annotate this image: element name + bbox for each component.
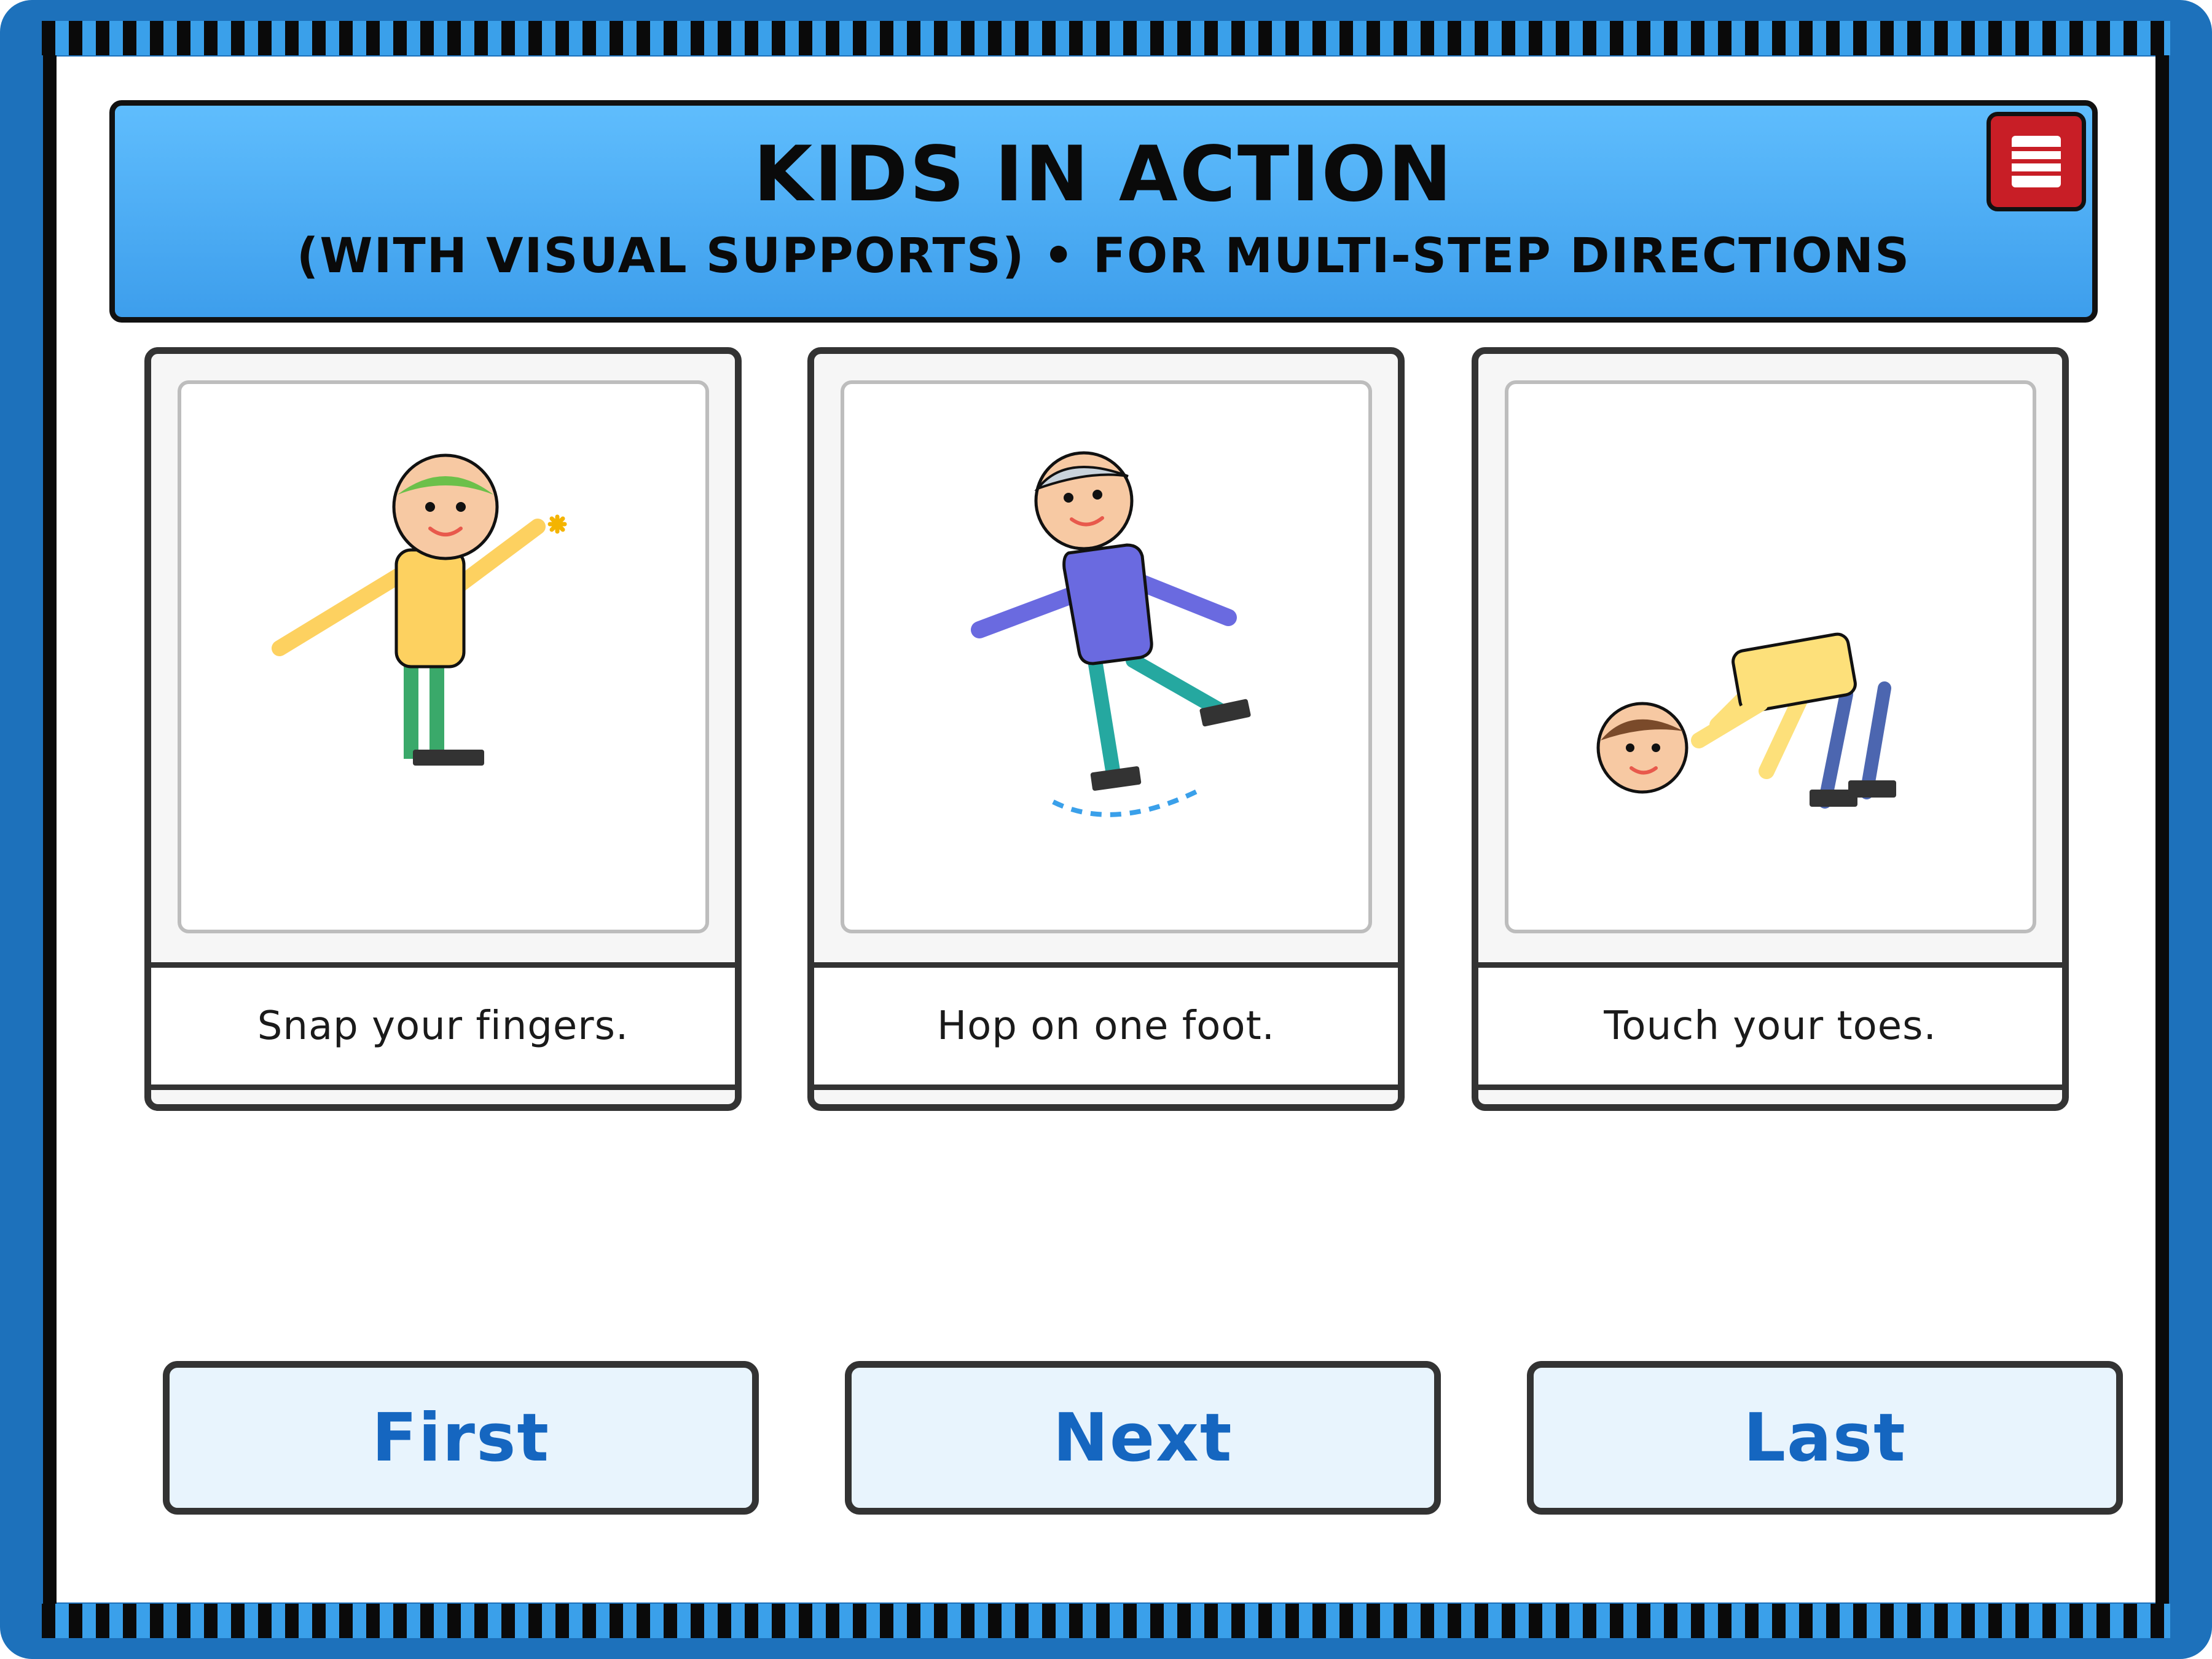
card-illustration-frame <box>1505 380 2036 933</box>
first-button[interactable]: First <box>163 1361 759 1515</box>
app-frame: KIDS IN ACTION (WITH VISUAL SUPPORTS) • … <box>0 0 2212 1659</box>
child-hopping-icon <box>971 451 1251 817</box>
card-caption: Snap your fingers. <box>151 962 735 1090</box>
card-illustration-frame <box>178 380 709 933</box>
page-subtitle: (WITH VISUAL SUPPORTS) • FOR MULTI-STEP … <box>296 229 1911 284</box>
action-card-1[interactable]: Snap your fingers. <box>144 347 742 1111</box>
child-snapping-fingers-icon <box>272 453 567 766</box>
right-border-stripe <box>2155 55 2169 1604</box>
child-touching-toes-icon <box>1596 632 1896 809</box>
card-caption: Touch your toes. <box>1478 962 2062 1090</box>
action-card-3[interactable]: Touch your toes. <box>1472 347 2069 1111</box>
last-button[interactable]: Last <box>1527 1361 2123 1515</box>
menu-button[interactable] <box>1986 112 2086 211</box>
bottom-border-stripe <box>42 1604 2170 1638</box>
menu-icon <box>2012 136 2061 187</box>
card-caption: Hop on one foot. <box>814 962 1398 1090</box>
card-illustration-frame <box>841 380 1372 933</box>
left-border-stripe <box>43 55 57 1604</box>
page-title: KIDS IN ACTION <box>753 130 1454 219</box>
action-card-2[interactable]: Hop on one foot. <box>807 347 1405 1111</box>
next-button[interactable]: Next <box>845 1361 1441 1515</box>
title-banner: KIDS IN ACTION (WITH VISUAL SUPPORTS) • … <box>109 100 2098 323</box>
top-border-stripe <box>42 21 2170 55</box>
